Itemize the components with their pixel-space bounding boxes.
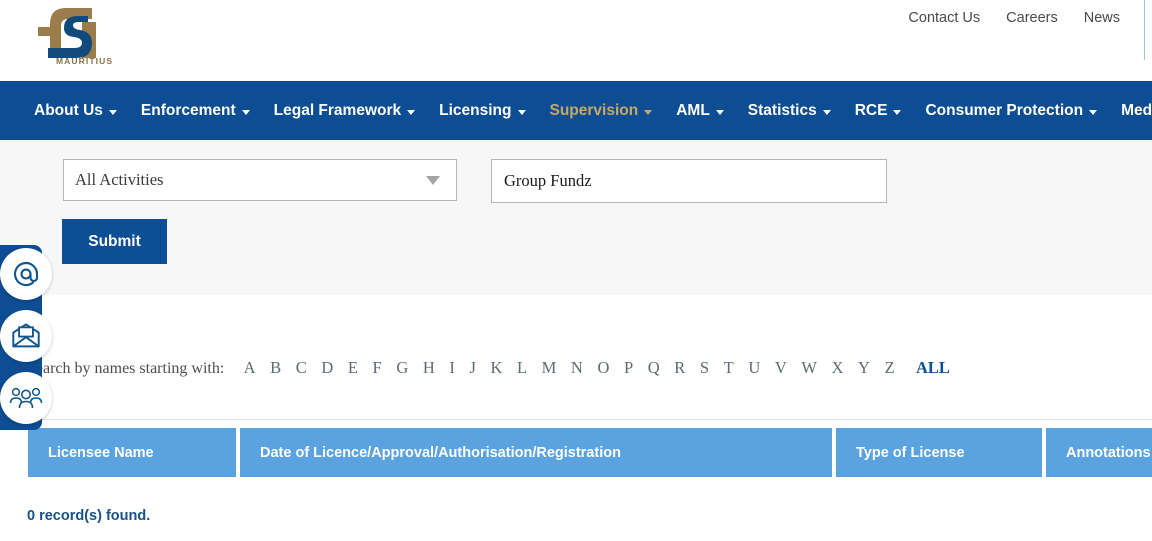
alpha-letter-r[interactable]: R (674, 358, 685, 378)
chevron-down-icon (644, 110, 653, 115)
alphabet-filter-label: Search by names starting with: (27, 360, 225, 377)
nav-item-enforcement[interactable]: Enforcement (141, 102, 250, 120)
chevron-down-icon (108, 110, 117, 115)
page-root: MAURITIUS Contact Us Careers News About … (0, 0, 1152, 541)
alpha-letter-g[interactable]: G (396, 358, 408, 378)
main-navigation: About Us Enforcement Legal Framework Lic… (0, 81, 1152, 140)
activity-select-value: All Activities (75, 170, 164, 189)
nav-item-consumer-protection[interactable]: Consumer Protection (925, 101, 1098, 120)
alphabet-filter: Search by names starting with: A B C D E… (27, 358, 950, 378)
alpha-letter-p[interactable]: P (624, 358, 633, 378)
logo-icon (38, 8, 96, 58)
column-header-date-of-licence[interactable]: Date of Licence/Approval/Authorisation/R… (240, 428, 832, 477)
alpha-letter-u[interactable]: U (748, 358, 760, 378)
column-header-type-of-license[interactable]: Type of License (836, 428, 1042, 477)
at-sign-icon-button[interactable] (0, 248, 52, 300)
alpha-letter-q[interactable]: Q (648, 358, 660, 378)
top-link-news[interactable]: News (1084, 10, 1120, 26)
search-filter-panel: All Activities Submit (0, 141, 1152, 295)
people-group-icon (9, 387, 43, 409)
activity-select[interactable]: All Activities (63, 159, 457, 201)
envelope-icon (12, 323, 40, 348)
chevron-down-icon (715, 110, 724, 115)
alpha-letter-i[interactable]: I (449, 358, 455, 378)
nav-label: Media Corner (1121, 101, 1152, 119)
nav-label: RCE (854, 101, 888, 119)
nav-item-aml[interactable]: AML (676, 102, 724, 120)
alpha-letter-b[interactable]: B (270, 358, 281, 378)
alpha-letter-x[interactable]: X (832, 358, 844, 378)
alpha-letter-k[interactable]: K (490, 358, 502, 378)
chevron-down-icon (241, 110, 250, 115)
nav-label: Supervision (549, 101, 639, 119)
alpha-letter-h[interactable]: H (423, 358, 435, 378)
alpha-letter-f[interactable]: F (373, 358, 382, 378)
submit-button[interactable]: Submit (62, 219, 167, 264)
nav-item-media-corner[interactable]: Media Corner (1121, 102, 1152, 120)
nav-label: Consumer Protection (925, 101, 1084, 119)
alpha-filter-all[interactable]: ALL (916, 358, 950, 378)
nav-item-about-us[interactable]: About Us (34, 102, 117, 120)
at-sign-icon (13, 262, 39, 287)
fsc-mauritius-logo[interactable]: MAURITIUS (28, 2, 112, 68)
chevron-down-icon (1089, 110, 1098, 115)
alpha-letter-l[interactable]: L (517, 358, 527, 378)
alpha-letter-j[interactable]: J (469, 358, 475, 378)
nav-item-legal-framework[interactable]: Legal Framework (274, 102, 416, 120)
nav-item-licensing[interactable]: Licensing (439, 101, 526, 120)
logo-caption: MAURITIUS (56, 56, 114, 66)
alpha-letter-v[interactable]: V (775, 358, 787, 378)
alpha-letter-w[interactable]: W (801, 358, 817, 378)
alpha-letter-n[interactable]: N (571, 358, 583, 378)
nav-label: Licensing (439, 101, 512, 119)
nav-item-rce[interactable]: RCE (855, 102, 902, 120)
nav-label: Enforcement (140, 101, 236, 119)
nav-label: About Us (34, 101, 103, 119)
nav-label: Statistics (747, 101, 817, 119)
alpha-letter-z[interactable]: Z (885, 358, 895, 378)
section-divider (27, 419, 1152, 420)
nav-item-supervision[interactable]: Supervision (550, 102, 653, 120)
alpha-letter-m[interactable]: M (542, 358, 557, 378)
chevron-down-icon (517, 110, 526, 115)
site-header: MAURITIUS Contact Us Careers News (0, 0, 1152, 90)
floating-contact-strip (0, 245, 52, 430)
top-link-contact-us[interactable]: Contact Us (908, 10, 980, 26)
record-count-text: 0 record(s) found. (27, 508, 151, 524)
alpha-letter-a[interactable]: A (244, 358, 256, 378)
alpha-letter-c[interactable]: C (296, 358, 307, 378)
nav-item-statistics[interactable]: Statistics (748, 102, 831, 120)
chevron-down-icon (822, 110, 831, 115)
chevron-down-icon (893, 110, 902, 115)
nav-label: AML (676, 101, 710, 119)
chevron-down-icon (407, 110, 416, 115)
alpha-letter-o[interactable]: O (597, 358, 609, 378)
alpha-letter-e[interactable]: E (348, 358, 358, 378)
top-link-careers[interactable]: Careers (1006, 10, 1058, 26)
nav-label: Legal Framework (273, 101, 402, 119)
alpha-letter-t[interactable]: T (724, 358, 734, 378)
results-table-header: Licensee Name Date of Licence/Approval/A… (28, 428, 1152, 477)
alpha-letter-s[interactable]: S (700, 358, 709, 378)
top-utility-links: Contact Us Careers News (908, 10, 1120, 26)
alpha-letter-y[interactable]: Y (858, 358, 870, 378)
header-vertical-divider (1144, 0, 1145, 60)
column-header-licensee-name[interactable]: Licensee Name (28, 428, 236, 477)
column-header-annotations[interactable]: Annotations (1046, 428, 1152, 477)
chevron-down-icon (426, 176, 440, 185)
envelope-icon-button[interactable] (0, 310, 52, 362)
people-group-icon-button[interactable] (0, 372, 52, 424)
alpha-letter-d[interactable]: D (321, 358, 333, 378)
licensee-name-input[interactable] (491, 159, 887, 203)
